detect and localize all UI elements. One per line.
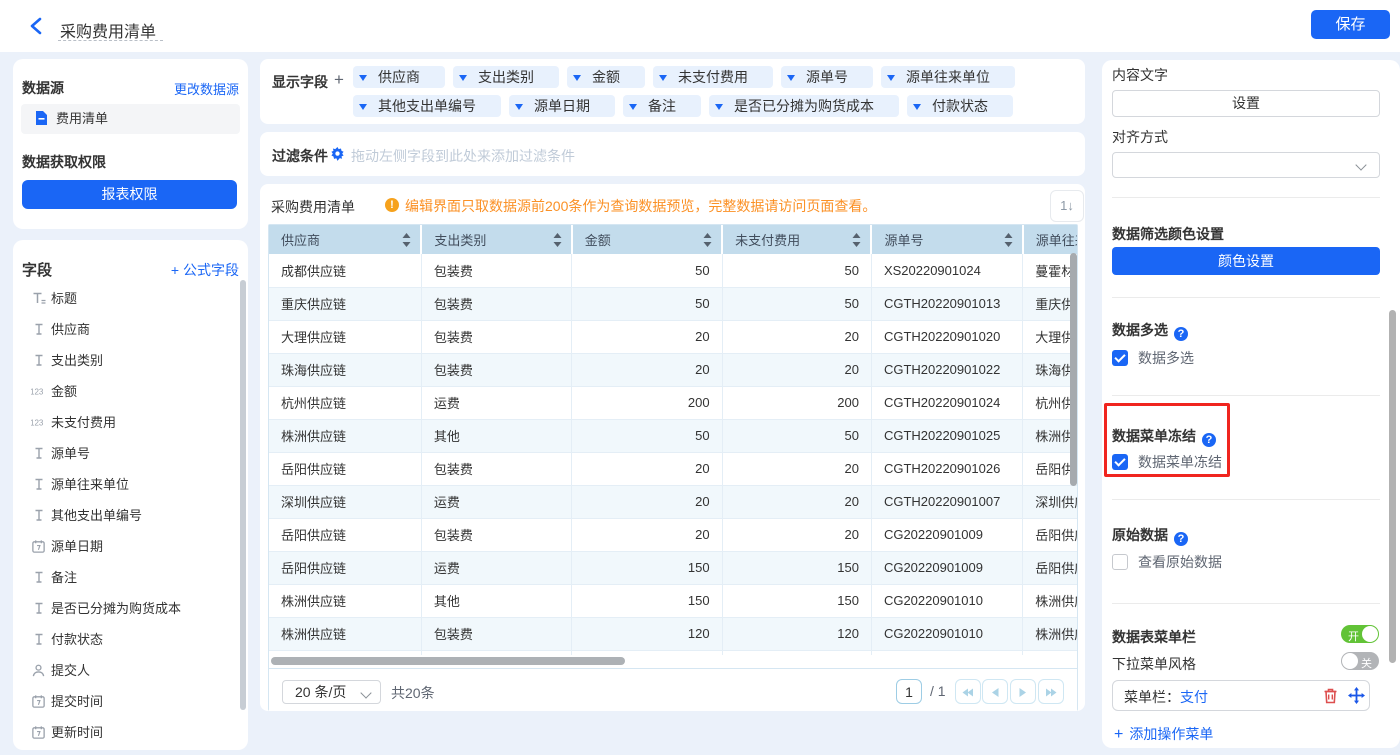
- svg-text:123: 123: [31, 419, 44, 428]
- svg-text:123: 123: [31, 388, 44, 397]
